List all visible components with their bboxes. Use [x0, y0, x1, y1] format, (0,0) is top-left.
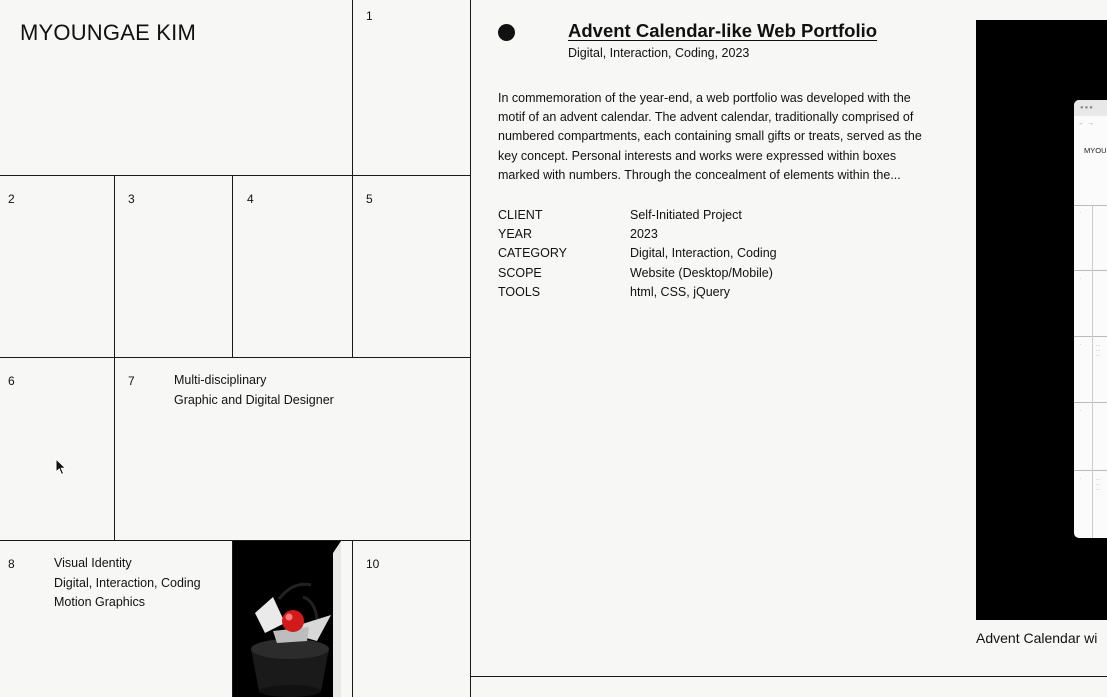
detail-value: Website (Desktop/Mobile): [630, 265, 773, 280]
mouse-cursor-icon: [55, 457, 67, 481]
mini-grid-line: [1074, 205, 1107, 206]
mini-cell-number: ·: [1080, 476, 1082, 481]
project-subtitle: Digital, Interaction, Coding, 2023: [568, 46, 750, 60]
cell-7-line: Graphic and Digital Designer: [174, 392, 334, 407]
grid-line: [470, 0, 471, 697]
mini-grid-line: [1074, 470, 1107, 471]
mini-site-name: MYOU: [1084, 146, 1107, 155]
browser-titlebar: ●●●: [1074, 100, 1107, 116]
mini-cell-number: ·: [1080, 408, 1082, 413]
grid-line: [232, 175, 233, 357]
cell-7-line: Multi-disciplinary: [174, 373, 267, 387]
mini-grid-line: [1074, 270, 1107, 271]
detail-row-scope: SCOPE Website (Desktop/Mobile): [498, 264, 777, 283]
mini-cell-text: ··· ··· ···: [1096, 477, 1100, 492]
grid-line: [0, 357, 471, 358]
cell-10-number[interactable]: 10: [366, 557, 379, 571]
grid-line: [114, 175, 115, 540]
browser-nav-arrows-icon: ← →: [1078, 120, 1094, 127]
detail-value: Digital, Interaction, Coding: [630, 246, 777, 261]
detail-key: SCOPE: [498, 265, 542, 280]
grid-line: [352, 540, 353, 697]
project-title-link[interactable]: Advent Calendar-like Web Portfolio: [568, 20, 877, 42]
mini-grid-line: [1074, 336, 1107, 337]
detail-row-tools: TOOLS html, CSS, jQuery: [498, 283, 777, 302]
cell-6-number[interactable]: 6: [8, 374, 15, 388]
cell-4-number[interactable]: 4: [247, 192, 254, 206]
project-preview-image[interactable]: ●●● ← → MYOU · · · · · ··· ··· ··· ··· ··· ·…: [976, 20, 1107, 620]
detail-row-category: CATEGORY Digital, Interaction, Coding: [498, 244, 777, 263]
detail-row-client: CLIENT Self-Initiated Project: [498, 206, 777, 225]
detail-key: YEAR: [498, 227, 533, 242]
mini-grid-vline: [1092, 205, 1093, 538]
grid-line: [352, 0, 353, 357]
cell-3-number[interactable]: 3: [128, 192, 135, 206]
project-description: In commemoration of the year-end, a web …: [498, 91, 922, 182]
cell-8-number[interactable]: 8: [8, 557, 15, 571]
grid-line: [0, 175, 471, 176]
mini-grid-line: [1074, 402, 1107, 403]
detail-value: html, CSS, jQuery: [630, 284, 731, 299]
detail-key: CLIENT: [498, 208, 543, 222]
mini-cell-number: ·: [1080, 210, 1082, 215]
gift-box-illustration: [251, 541, 341, 697]
mini-cell-number: ·: [1080, 276, 1082, 281]
detail-row-year: YEAR 2023: [498, 225, 777, 244]
cell-2-number[interactable]: 2: [8, 192, 15, 206]
cell-8-line: Visual Identity: [54, 556, 132, 570]
mini-cell-text: ··· ··· ···: [1096, 343, 1100, 358]
cell-8-text: Visual Identity Digital, Interaction, Co…: [54, 554, 201, 613]
cell-7-number[interactable]: 7: [128, 374, 135, 388]
cell-8-line: Motion Graphics: [54, 595, 146, 609]
panel-divider: [471, 676, 1107, 677]
detail-key: TOOLS: [498, 284, 541, 299]
cell-7-text: Multi-disciplinary Graphic and Digital D…: [174, 371, 334, 410]
cell-9-artwork[interactable]: [233, 541, 341, 697]
cell-1-number[interactable]: 1: [366, 9, 373, 23]
mini-cell-number: ·: [1080, 342, 1082, 347]
browser-mockup: ●●● ← → MYOU · · · · · ··· ··· ··· ··· ··· ·…: [1074, 100, 1107, 538]
cell-8-line: Digital, Interaction, Coding: [54, 575, 201, 590]
detail-value: Self-Initiated Project: [630, 208, 742, 222]
detail-key: CATEGORY: [498, 246, 567, 261]
preview-caption: Advent Calendar wi: [976, 630, 1098, 646]
detail-value: 2023: [630, 227, 658, 242]
cell-5-number[interactable]: 5: [366, 192, 373, 206]
project-bullet-icon: [498, 24, 515, 41]
window-controls-icon: ●●●: [1080, 105, 1094, 111]
project-details: CLIENT Self-Initiated Project YEAR 2023 …: [498, 206, 777, 302]
site-name[interactable]: MYOUNGAE KIM: [20, 20, 196, 46]
